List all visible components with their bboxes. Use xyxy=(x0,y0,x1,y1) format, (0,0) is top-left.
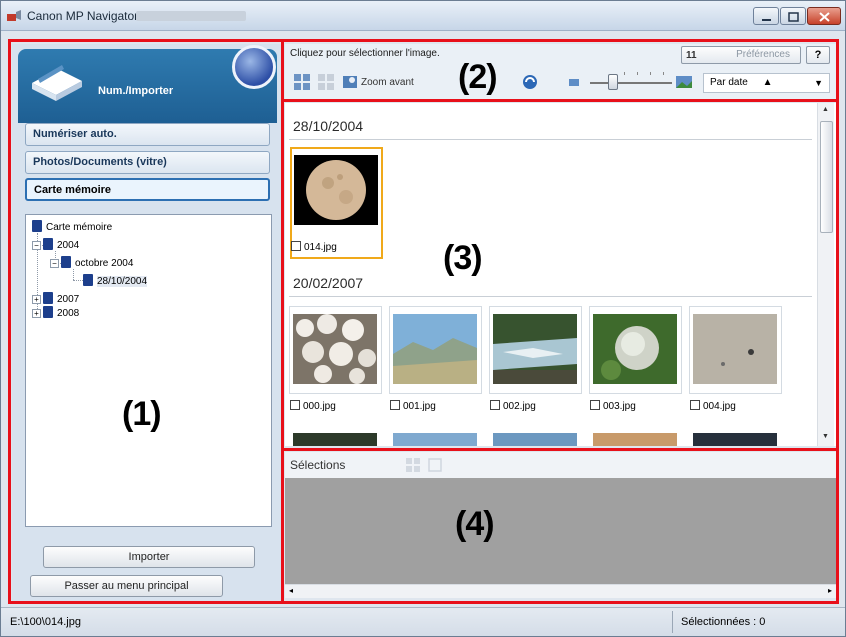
window-title-blur xyxy=(136,11,246,21)
close-icon xyxy=(819,12,830,22)
callout-box-3 xyxy=(281,99,839,451)
callout-box-2 xyxy=(281,39,839,102)
application-window: Canon MP Navigator EX Num./Importer Numé… xyxy=(0,0,846,637)
callout-box-4 xyxy=(281,448,839,604)
maximize-icon xyxy=(788,12,799,22)
minimize-icon xyxy=(762,19,771,21)
close-button[interactable] xyxy=(807,7,841,25)
maximize-button[interactable] xyxy=(780,7,806,25)
callout-box-1 xyxy=(8,39,284,604)
status-bar: E:\100\014.jpg Sélectionnées : 0 xyxy=(1,607,845,636)
status-selected-count: Sélectionnées : 0 xyxy=(681,616,766,628)
app-icon xyxy=(7,10,21,21)
status-path: E:\100\014.jpg xyxy=(10,616,81,628)
minimize-button[interactable] xyxy=(753,7,779,25)
title-bar: Canon MP Navigator EX xyxy=(1,1,845,31)
